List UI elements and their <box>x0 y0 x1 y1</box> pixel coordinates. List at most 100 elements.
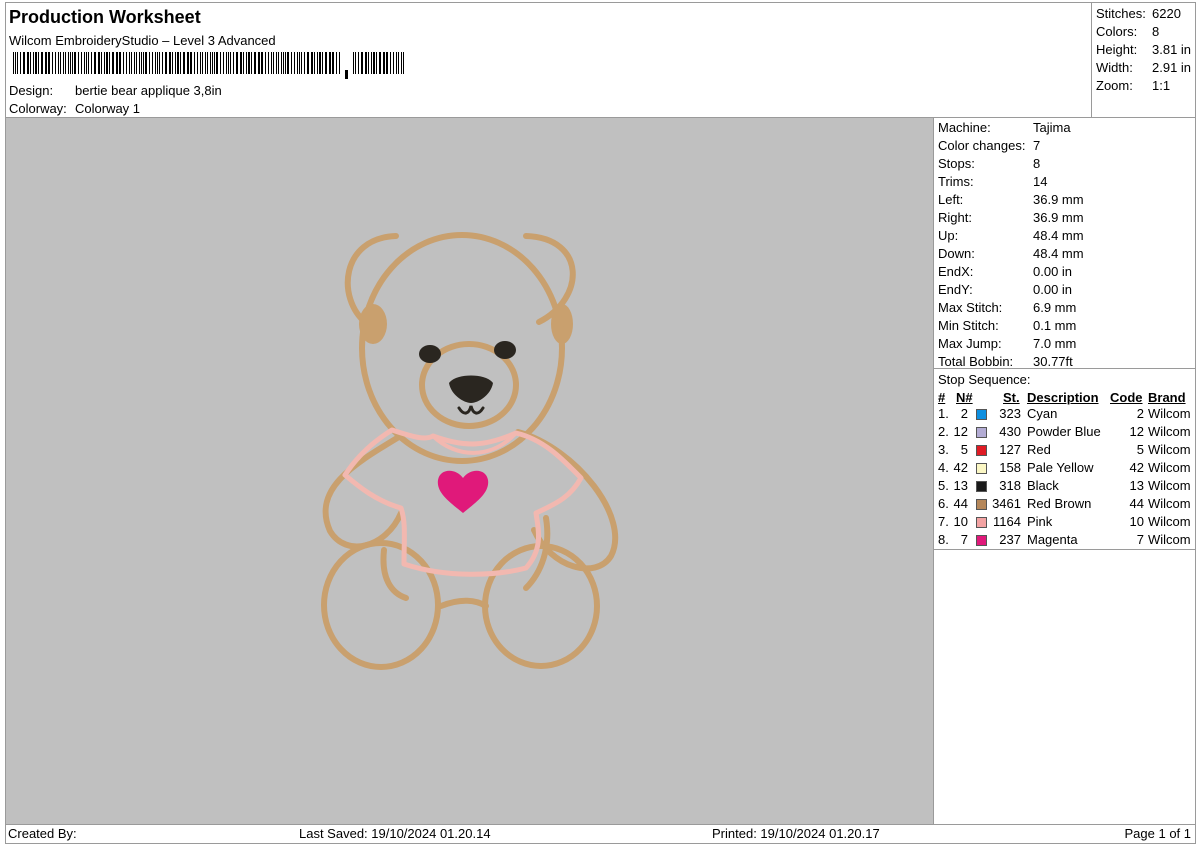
barcode-bar <box>65 52 66 74</box>
stitches-label: Stitches: <box>1096 6 1146 21</box>
row-brand: Wilcom <box>1148 460 1191 475</box>
barcode-bar <box>401 52 402 74</box>
barcode-bar <box>283 52 284 74</box>
detail-value: 7.0 mm <box>1033 336 1077 351</box>
detail-label: Max Stitch: <box>938 300 1003 315</box>
barcode-bar <box>194 52 195 74</box>
barcode-bar <box>126 52 127 74</box>
detail-value: 8 <box>1033 156 1041 171</box>
barcode-bar <box>317 52 318 74</box>
barcode-bar <box>129 52 130 74</box>
detail-row: Down: 48.4 mm <box>938 246 1193 264</box>
page-title: Production Worksheet <box>9 7 201 27</box>
barcode-bar <box>205 52 206 74</box>
barcode-bar <box>33 52 34 74</box>
barcode-bar <box>226 52 227 74</box>
barcode-bar <box>258 52 260 74</box>
row-code: 13 <box>1129 478 1144 493</box>
barcode-bar <box>74 52 76 74</box>
barcode-bar <box>390 52 391 74</box>
detail-value: 36.9 mm <box>1033 210 1084 225</box>
barcode-bar <box>109 52 110 74</box>
barcode-bar <box>268 52 269 74</box>
barcode-bar <box>265 52 266 74</box>
barcode-bar <box>63 52 64 74</box>
stop-sequence-title: Stop Sequence: <box>938 372 1031 387</box>
barcode-bar <box>52 52 53 74</box>
detail-value: 0.1 mm <box>1033 318 1077 333</box>
colorway-value: Colorway 1 <box>75 101 141 116</box>
barcode-bar <box>254 52 256 74</box>
barcode-bar <box>84 52 85 74</box>
barcode-bar <box>94 52 96 74</box>
barcode-bar <box>106 52 108 74</box>
barcode-bar <box>336 52 337 74</box>
barcode-bar <box>101 52 102 74</box>
design-value: bertie bear applique 3,8in <box>75 83 222 98</box>
barcode-bar <box>403 52 404 74</box>
barcode-bar <box>228 52 229 74</box>
barcode-bar <box>23 52 25 74</box>
barcode-bar <box>86 52 87 74</box>
detail-label: Down: <box>938 246 975 261</box>
last-saved: Last Saved: 19/10/2024 01.20.14 <box>299 826 491 841</box>
barcode-bar <box>27 52 29 74</box>
barcode-bar <box>210 52 211 74</box>
detail-label: Max Jump: <box>938 336 1002 351</box>
barcode-bar <box>236 52 238 74</box>
barcode-bar <box>123 52 124 74</box>
bear-applique-design <box>321 232 619 670</box>
barcode-bar <box>183 52 185 74</box>
detail-label: Stops: <box>938 156 975 171</box>
barcode-bar <box>358 52 359 74</box>
barcode-bar <box>172 52 173 74</box>
detail-row: Trims: 14 <box>938 174 1193 192</box>
barcode-bar <box>376 52 377 74</box>
barcode-bar <box>157 52 158 74</box>
barcode-bar <box>396 52 397 74</box>
barcode-bar <box>98 52 100 74</box>
design-label: Design: <box>9 83 54 98</box>
barcode-bar <box>325 52 327 74</box>
detail-row: Stops: 8 <box>938 156 1193 174</box>
barcode-bar <box>38 52 39 74</box>
barcode-bar <box>139 52 140 74</box>
detail-value: 48.4 mm <box>1033 246 1084 261</box>
barcode-bar <box>287 52 289 74</box>
barcode-bar <box>251 52 252 74</box>
barcode-bar <box>371 52 372 74</box>
height-value: 3.81 in <box>1152 42 1192 57</box>
detail-label: Machine: <box>938 120 991 135</box>
barcode-bar <box>145 52 147 74</box>
row-code: 7 <box>1136 532 1144 547</box>
detail-row: Max Stitch: 6.9 mm <box>938 300 1193 318</box>
barcode-bar <box>373 52 375 74</box>
barcode-separator <box>345 70 348 79</box>
detail-value: 36.9 mm <box>1033 192 1084 207</box>
table-row: 5. 13 318 Black 13 Wilcom <box>938 478 1193 496</box>
worksheet-header: Production Worksheet Wilcom EmbroiderySt… <box>6 3 1091 117</box>
barcode-bar <box>212 52 213 74</box>
colors-value: 8 <box>1152 24 1160 39</box>
barcode-bar <box>41 52 43 74</box>
barcode-bar <box>301 52 302 74</box>
detail-label: Total Bobbin: <box>938 354 1014 369</box>
barcode-bar <box>119 52 121 74</box>
row-code: 44 <box>1129 496 1144 511</box>
row-code: 42 <box>1129 460 1144 475</box>
col-header-n: N# <box>956 390 973 405</box>
barcode-bar <box>214 52 215 74</box>
col-header-brand: Brand <box>1148 390 1186 405</box>
table-row: 8. 7 237 Magenta 7 Wilcom <box>938 532 1193 550</box>
barcode-bar <box>58 52 59 74</box>
created-by: Created By: <box>8 826 77 841</box>
barcode-bar <box>35 52 37 74</box>
stitches-value: 6220 <box>1152 6 1181 21</box>
detail-row: Left: 36.9 mm <box>938 192 1193 210</box>
col-header-num: # <box>938 390 946 405</box>
zoom-label: Zoom: <box>1096 78 1133 93</box>
detail-label: Min Stitch: <box>938 318 999 333</box>
detail-value: 6.9 mm <box>1033 300 1077 315</box>
row-brand: Wilcom <box>1148 424 1191 439</box>
colors-label: Colors: <box>1096 24 1138 39</box>
